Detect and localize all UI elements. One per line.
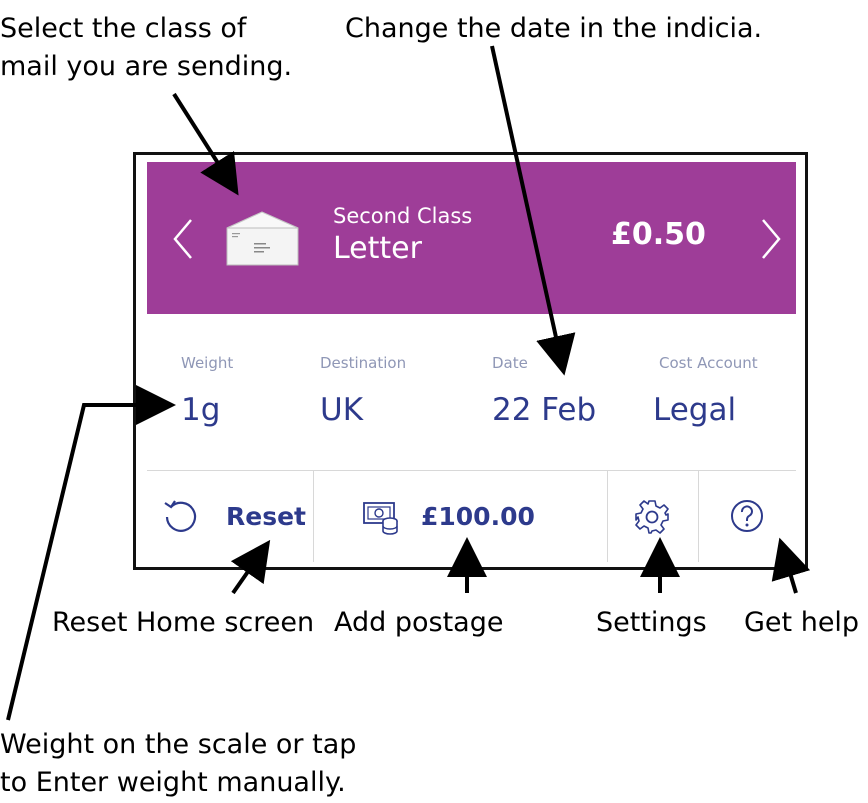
destination-field[interactable]: Destination UK — [320, 314, 490, 470]
cost-account-label: Cost Account — [659, 354, 758, 372]
envelope-icon[interactable] — [224, 210, 301, 267]
help-icon — [729, 498, 765, 538]
callout-select-class: Select the class of mail you are sending… — [0, 10, 292, 86]
date-value[interactable]: 22 Feb — [492, 392, 596, 428]
weight-label: Weight — [181, 354, 234, 372]
mail-type[interactable]: Letter — [333, 231, 422, 266]
cost-account-field[interactable]: Cost Account Legal — [653, 314, 796, 470]
destination-label: Destination — [320, 354, 407, 372]
reset-label: Reset — [226, 502, 306, 531]
callout-reset: Reset Home screen — [52, 607, 315, 638]
callout-select-class-line1: Select the class of — [0, 13, 247, 44]
callout-add-postage: Add postage — [334, 607, 504, 638]
info-row: Weight 1g Destination UK Date 22 Feb Cos… — [147, 314, 796, 471]
mail-class-header: Second Class Letter £0.50 — [147, 162, 796, 314]
reset-button[interactable]: Reset — [147, 471, 314, 562]
callout-weight-line1: Weight on the scale or tap — [0, 729, 357, 760]
weight-field[interactable]: Weight 1g — [181, 314, 321, 470]
settings-button[interactable] — [608, 471, 699, 562]
gear-icon — [634, 499, 670, 539]
date-field[interactable]: Date 22 Feb — [492, 314, 642, 470]
action-bar: Reset £100.00 — [147, 471, 796, 566]
home-screen: Second Class Letter £0.50 Weight 1g Dest… — [147, 162, 796, 566]
callout-change-date: Change the date in the indicia. — [345, 13, 763, 44]
mail-class-name[interactable]: Second Class — [333, 204, 472, 228]
postage-price: £0.50 — [611, 217, 706, 252]
postage-balance: £100.00 — [421, 502, 535, 531]
callout-select-class-line2: mail you are sending. — [0, 51, 293, 82]
cost-account-value[interactable]: Legal — [653, 392, 736, 428]
destination-value[interactable]: UK — [320, 392, 363, 428]
reset-icon — [162, 498, 200, 540]
help-button[interactable] — [699, 471, 796, 562]
device-frame: Second Class Letter £0.50 Weight 1g Dest… — [133, 152, 808, 570]
callout-settings: Settings — [596, 607, 707, 638]
date-label: Date — [492, 354, 528, 372]
chevron-right-icon[interactable] — [755, 217, 785, 261]
callout-weight-line2: to Enter weight manually. — [0, 767, 346, 798]
chevron-left-icon[interactable] — [169, 217, 199, 261]
callout-get-help: Get help — [744, 607, 860, 638]
money-icon — [362, 496, 402, 540]
callout-weight: Weight on the scale or tap to Enter weig… — [0, 726, 356, 802]
add-postage-button[interactable]: £100.00 — [314, 471, 608, 562]
weight-value[interactable]: 1g — [181, 392, 220, 428]
